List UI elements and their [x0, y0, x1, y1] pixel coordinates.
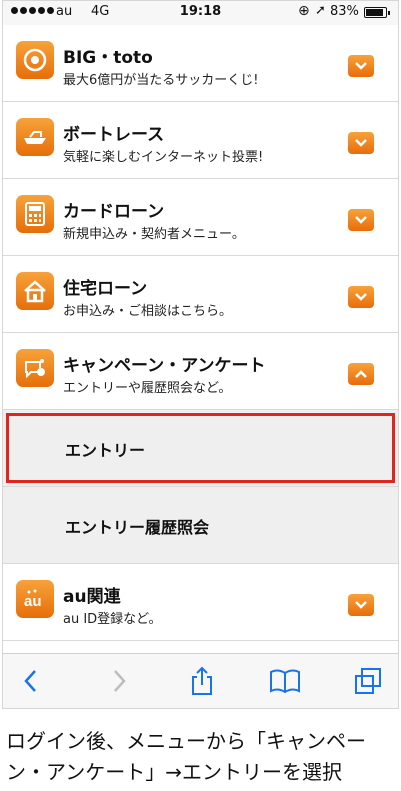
battery-percent: 83% [330, 4, 359, 19]
browser-toolbar [3, 653, 398, 708]
submenu-item-entry[interactable]: エントリー [3, 410, 398, 487]
menu-item-campaign-survey[interactable]: キャンペーン・アンケート エントリーや履歴照会など。 [3, 333, 398, 410]
rotation-lock-icon: ⊕ [298, 3, 310, 19]
share-icon[interactable] [186, 666, 218, 696]
menu-list: BIG・toto 最大6億円が当たるサッカーくじ! ボートレース 気軽に楽しむイ… [3, 25, 398, 641]
menu-item-housing-loan[interactable]: 住宅ローン お申込み・ご相談はこちら。 [3, 256, 398, 333]
chevron-down-icon[interactable] [348, 594, 374, 616]
au-logo-icon: au [16, 580, 54, 618]
menu-item-title: 住宅ローン [63, 279, 148, 299]
svg-text:au: au [24, 593, 42, 610]
menu-item-title: au関連 [63, 587, 121, 607]
menu-item-subtitle: 新規申込み・契約者メニュー。 [63, 227, 245, 242]
menu-item-boat-race[interactable]: ボートレース 気軽に楽しむインターネット投票! [3, 102, 398, 179]
boat-icon [16, 118, 54, 156]
status-bar: au 4G 19:18 ⊕ ➚ 83% [3, 1, 398, 25]
instruction-caption: ログイン後、メニューから「キャンペーン・アンケート」→エントリーを選択 [6, 729, 366, 784]
menu-item-title: カードローン [63, 202, 165, 222]
submenu-item-label: エントリー履歴照会 [65, 518, 210, 537]
submenu-item-entry-history[interactable]: エントリー履歴照会 [3, 487, 398, 564]
menu-item-title: キャンペーン・アンケート [63, 356, 266, 376]
tabs-icon[interactable] [352, 666, 384, 696]
menu-item-subtitle: au ID登録など。 [63, 612, 162, 627]
battery-icon [364, 7, 390, 18]
menu-item-au-related[interactable]: au au関連 au ID登録など。 [3, 564, 398, 641]
phone-screen: au 4G 19:18 ⊕ ➚ 83% BIG・toto 最大6億円が当たるサッ… [2, 0, 399, 709]
campaign-icon [16, 349, 54, 387]
house-icon [16, 272, 54, 310]
menu-item-subtitle: 気軽に楽しむインターネット投票! [63, 150, 264, 165]
book-icon[interactable] [269, 666, 301, 696]
menu-item-card-loan[interactable]: カードローン 新規申込み・契約者メニュー。 [3, 179, 398, 256]
chevron-down-icon[interactable] [348, 286, 374, 308]
menu-item-subtitle: エントリーや履歴照会など。 [63, 381, 232, 396]
menu-item-subtitle: お申込み・ご相談はこちら。 [63, 304, 233, 319]
forward-chevron-icon[interactable] [103, 666, 135, 696]
menu-item-big-toto[interactable]: BIG・toto 最大6億円が当たるサッカーくじ! [3, 25, 398, 102]
back-chevron-icon[interactable] [15, 666, 47, 696]
soccer-ball-icon [16, 41, 54, 79]
selection-highlight [6, 413, 395, 483]
chevron-up-icon[interactable] [348, 363, 374, 385]
menu-item-title: ボートレース [63, 125, 165, 145]
menu-item-subtitle: 最大6億円が当たるサッカーくじ! [63, 73, 259, 88]
chevron-down-icon[interactable] [348, 55, 374, 77]
chevron-down-icon[interactable] [348, 132, 374, 154]
calculator-icon [16, 195, 54, 233]
menu-item-title: BIG・toto [63, 48, 153, 68]
chevron-down-icon[interactable] [348, 209, 374, 231]
location-arrow-icon: ➚ [315, 3, 326, 18]
